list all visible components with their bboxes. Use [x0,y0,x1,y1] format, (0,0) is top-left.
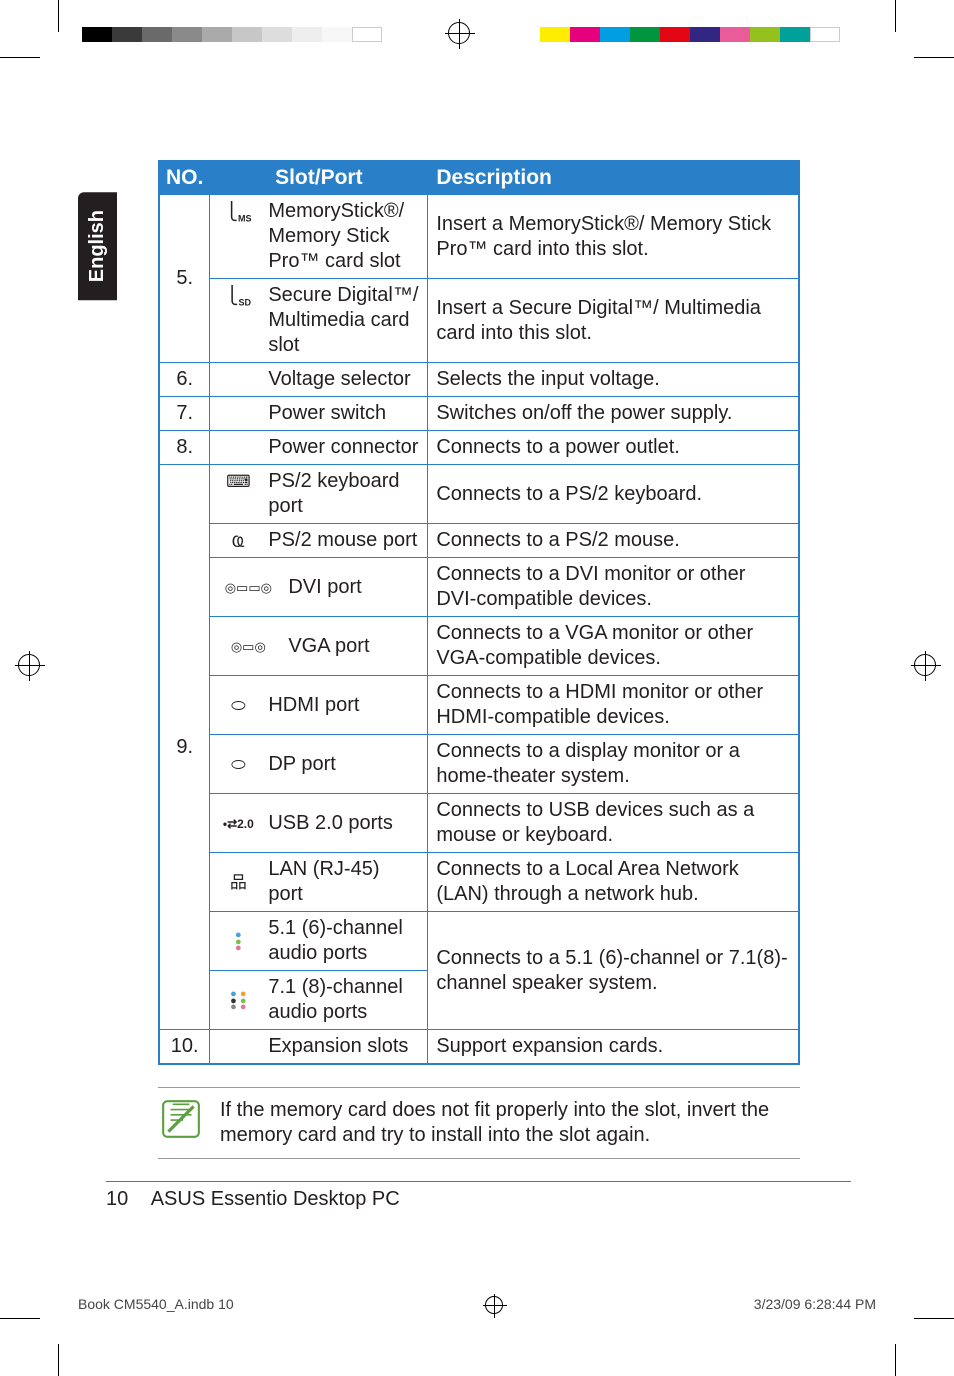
slot-label: Expansion slots [268,1034,419,1059]
slot-description: Connects to a PS/2 mouse. [428,524,799,558]
slot-description: Connects to a HDMI monitor or other HDMI… [428,676,799,735]
table-row: 9. ⌨PS/2 keyboard port Connects to a PS/… [159,465,799,524]
audio-71-icon: ● ● ● ● ● ● [218,989,258,1011]
note-text: If the memory card does not fit properly… [220,1098,798,1148]
page-number: 10 [106,1188,128,1210]
slot-description: Connects to USB devices such as a mouse … [428,794,799,853]
slot-label: 7.1 (8)-channel audio ports [268,975,419,1025]
slots-table: NO. Slot/Port Description 5. ⎩MS MemoryS… [158,160,800,1065]
th-desc: Description [428,161,799,195]
note-block: If the memory card does not fit properly… [158,1087,800,1159]
slot-label: PS/2 mouse port [268,528,419,553]
imprint-right: 3/23/09 6:28:44 PM [754,1296,876,1314]
slot-label: DVI port [288,575,419,600]
dvi-icon: ◎▭▭◎ [218,578,278,596]
th-no: NO. [159,161,210,195]
row-number: 6. [159,363,210,397]
table-row: ⬭ HDMI port Connects to a HDMI monitor or… [159,676,799,735]
slot-label: PS/2 keyboard port [268,469,419,519]
slot-label: LAN (RJ-45) port [268,857,419,907]
slot-description: Connects to a display monitor or a home-… [428,735,799,794]
slot-label: 5.1 (6)-channel audio ports [268,916,419,966]
slot-description: Connects to a 5.1 (6)-channel or 7.1(8)-… [428,912,799,1030]
slot-label: Voltage selector [268,367,419,392]
registration-mark-left [18,654,40,676]
slot-description: Connects to a DVI monitor or other DVI-c… [428,558,799,617]
footer-title: ASUS Essentio Desktop PC [151,1188,400,1210]
keyboard-icon: ⌨ [218,469,258,492]
slot-label: HDMI port [268,693,419,718]
slot-label: USB 2.0 ports [268,811,419,836]
slot-description: Connects to a VGA monitor or other VGA-c… [428,617,799,676]
table-row: ◎▭▭◎ DVI port Connects to a DVI monitor o… [159,558,799,617]
table-row: 5. ⎩MS MemoryStick®/ Memory Stick Pro™ c… [159,195,799,279]
slot-label: VGA port [288,634,419,659]
slot-label: MemoryStick®/ Memory Stick Pro™ card slo… [268,199,419,274]
footer-rule: 10 ASUS Essentio Desktop PC [106,1181,851,1211]
row-number: 8. [159,431,210,465]
crop-marks-bottom [0,1334,954,1376]
row-number: 5. [159,195,210,363]
table-row: •⇄2.0 USB 2.0 ports Connects to USB devic… [159,794,799,853]
table-row: ⬭ DP port Connects to a display monitor o… [159,735,799,794]
slot-description: Support expansion cards. [428,1030,799,1065]
mouse-icon: Ҩ [218,529,258,552]
slot-description: Connects to a Local Area Network (LAN) t… [428,853,799,912]
slot-description: Insert a Secure Digital™/ Multimedia car… [428,279,799,363]
crop-marks-top [0,0,954,42]
vga-icon: ◎▭◎ [218,637,278,655]
dp-icon: ⬭ [218,752,258,775]
usb-icon: •⇄2.0 [218,815,258,832]
slot-description: Connects to a power outlet. [428,431,799,465]
table-row: 8. Power connector Connects to a power o… [159,431,799,465]
hdmi-icon: ⬭ [218,693,258,716]
slot-description: Connects to a PS/2 keyboard. [428,465,799,524]
table-row: ⎩SD Secure Digital™/ Multimedia card slo… [159,279,799,363]
slot-description: Insert a MemoryStick®/ Memory Stick Pro™… [428,195,799,279]
imprint-left: Book CM5540_A.indb 10 [78,1296,234,1314]
print-imprint: Book CM5540_A.indb 10 3/23/09 6:28:44 PM [78,1296,876,1314]
slot-label: Power connector [268,435,419,460]
slot-description: Selects the input voltage. [428,363,799,397]
row-number: 9. [159,465,210,1030]
table-row: 7. Power switch Switches on/off the powe… [159,397,799,431]
page-content: NO. Slot/Port Description 5. ⎩MS MemoryS… [106,160,851,1211]
page-footer: 10 ASUS Essentio Desktop PC [106,1182,851,1211]
sd-icon: ⎩SD [218,283,258,309]
audio-51-icon: ●●● [218,930,258,952]
table-row: 6. Voltage selector Selects the input vo… [159,363,799,397]
row-number: 10. [159,1030,210,1065]
memorystick-icon: ⎩MS [218,199,258,225]
note-icon [160,1098,202,1147]
table-row: 品 LAN (RJ-45) port Connects to a Local Ar… [159,853,799,912]
table-row: ◎▭◎ VGA port Connects to a VGA monitor or… [159,617,799,676]
slot-label: Secure Digital™/ Multimedia card slot [268,283,419,358]
table-row: Ҩ PS/2 mouse port Connects to a PS/2 mous… [159,524,799,558]
th-slot: Slot/Port [210,161,428,195]
slot-label: DP port [268,752,419,777]
slot-description: Switches on/off the power supply. [428,397,799,431]
slot-label: Power switch [268,401,419,426]
table-row: ●●● 5.1 (6)-channel audio ports Connects… [159,912,799,971]
table-row: 10. Expansion slots Support expansion ca… [159,1030,799,1065]
lan-icon: 品 [218,870,258,893]
registration-mark-right [914,654,936,676]
row-number: 7. [159,397,210,431]
registration-mark-bottom [485,1296,503,1314]
